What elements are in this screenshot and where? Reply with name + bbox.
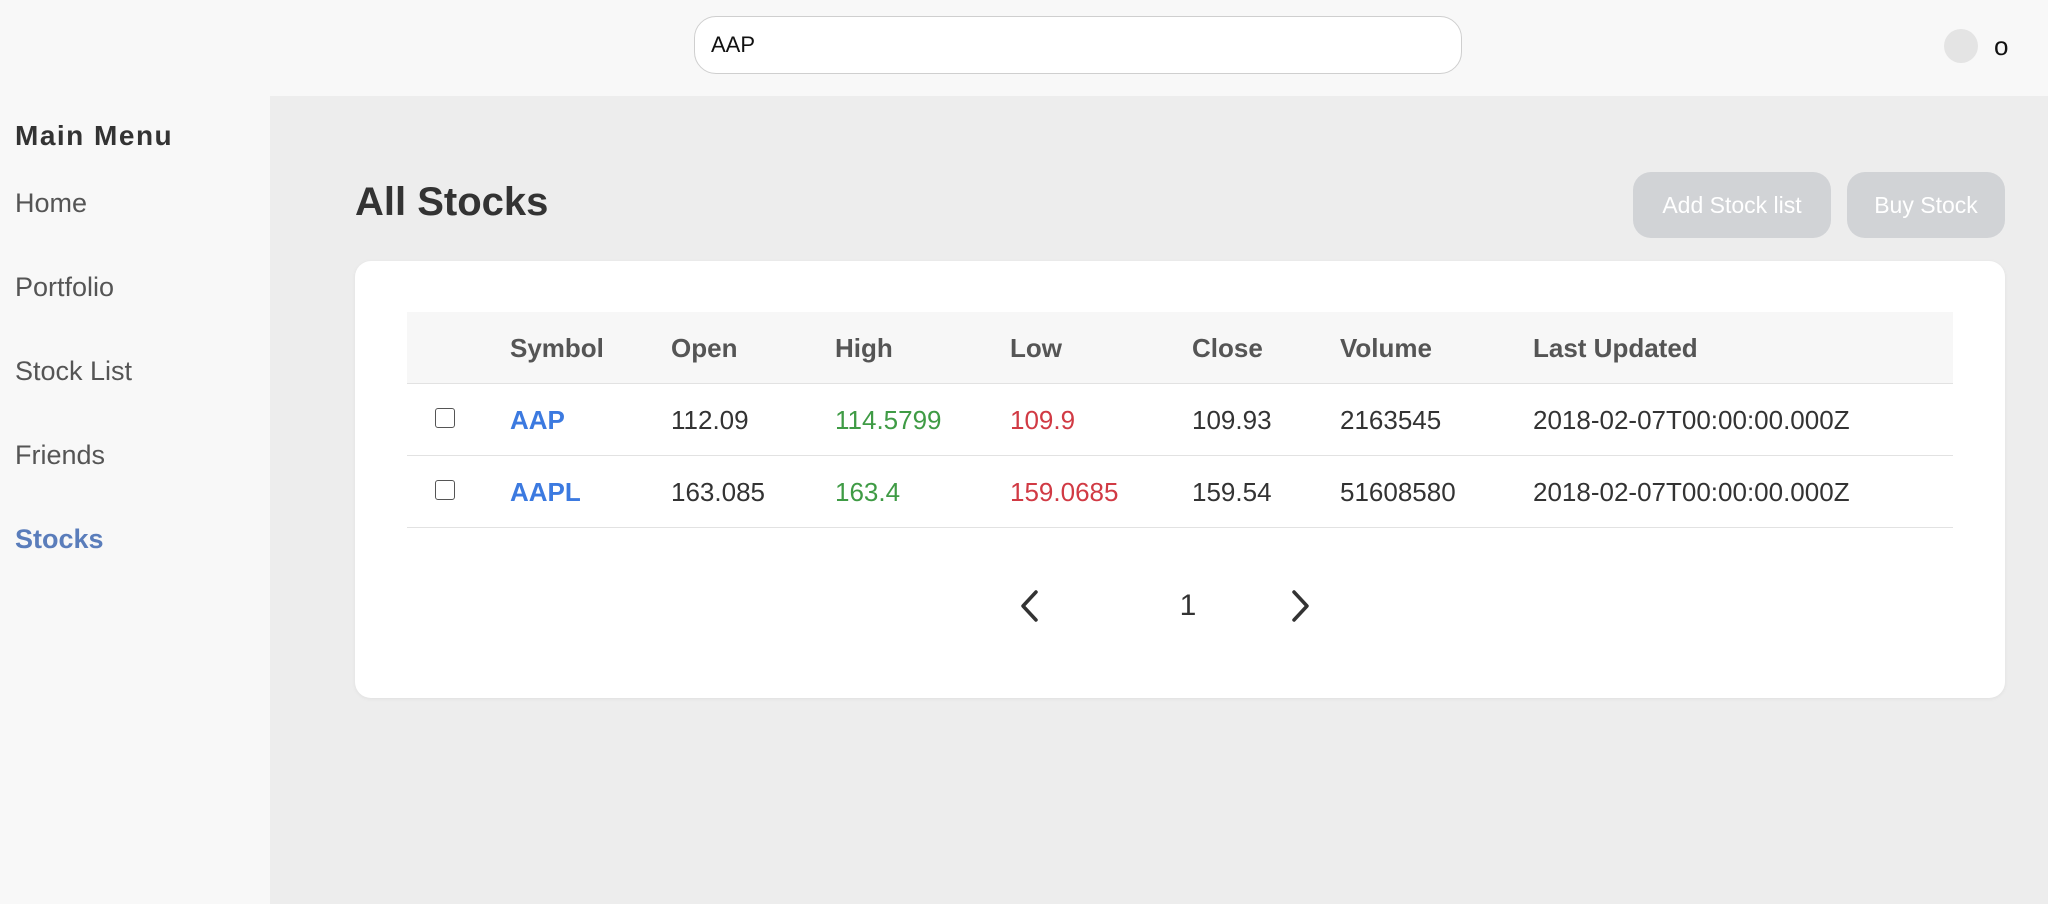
chevron-left-icon[interactable] (1010, 584, 1050, 628)
volume-value: 51608580 (1340, 477, 1456, 507)
open-value: 163.085 (671, 477, 765, 507)
column-header-last-updated[interactable]: Last Updated (1533, 312, 1698, 384)
symbol-link[interactable]: AAP (510, 384, 565, 456)
column-header-volume[interactable]: Volume (1340, 312, 1432, 384)
user-initial[interactable]: o (1994, 30, 2008, 62)
menu-title: Main Menu (15, 120, 174, 151)
chevron-right-icon[interactable] (1280, 584, 1320, 628)
column-header-open[interactable]: Open (671, 312, 737, 384)
row-checkbox[interactable] (435, 480, 455, 500)
close-value: 109.93 (1192, 405, 1272, 435)
column-header-symbol[interactable]: Symbol (510, 312, 604, 384)
table-row: AAPL 163.085 163.4 159.0685 159.54 51608… (407, 456, 1953, 528)
buy-stock-button[interactable]: Buy Stock (1847, 172, 2005, 238)
sidebar-item-stock-list[interactable]: Stock List (15, 356, 132, 387)
volume-value: 2163545 (1340, 405, 1442, 435)
avatar[interactable] (1944, 29, 1978, 63)
open-value: 112.09 (671, 405, 749, 435)
high-value: 163.4 (835, 477, 901, 507)
sidebar: Main Menu Home Portfolio Stock List Frie… (0, 96, 270, 904)
column-header-low[interactable]: Low (1010, 312, 1062, 384)
table-row: AAP 112.09 114.5799 109.9 109.93 2163545… (407, 384, 1953, 456)
sidebar-item-friends[interactable]: Friends (15, 440, 105, 471)
sidebar-item-portfolio[interactable]: Portfolio (15, 272, 114, 303)
low-value: 159.0685 (1010, 477, 1119, 507)
page-title: All Stocks (355, 180, 549, 224)
low-value: 109.9 (1010, 405, 1076, 435)
sidebar-item-stocks[interactable]: Stocks (15, 524, 104, 555)
symbol-link[interactable]: AAPL (510, 456, 581, 528)
main-content: All Stocks Add Stock list Buy Stock Symb… (270, 96, 2048, 904)
last-updated-value: 2018-02-07T00:00:00.000Z (1533, 477, 1850, 507)
last-updated-value: 2018-02-07T00:00:00.000Z (1533, 405, 1850, 435)
stocks-table: Symbol Open High Low Close Volume Last U… (407, 312, 1953, 528)
table-header: Symbol Open High Low Close Volume Last U… (407, 312, 1953, 384)
stocks-card: Symbol Open High Low Close Volume Last U… (355, 261, 2005, 698)
close-value: 159.54 (1192, 477, 1272, 507)
search-input[interactable] (694, 16, 1462, 74)
sidebar-item-home[interactable]: Home (15, 188, 87, 219)
row-checkbox[interactable] (435, 408, 455, 428)
page-number[interactable]: 1 (1163, 585, 1213, 627)
column-header-close[interactable]: Close (1192, 312, 1263, 384)
column-header-high[interactable]: High (835, 312, 893, 384)
high-value: 114.5799 (835, 405, 942, 435)
top-bar: o (0, 0, 2048, 96)
add-stock-list-button[interactable]: Add Stock list (1633, 172, 1831, 238)
